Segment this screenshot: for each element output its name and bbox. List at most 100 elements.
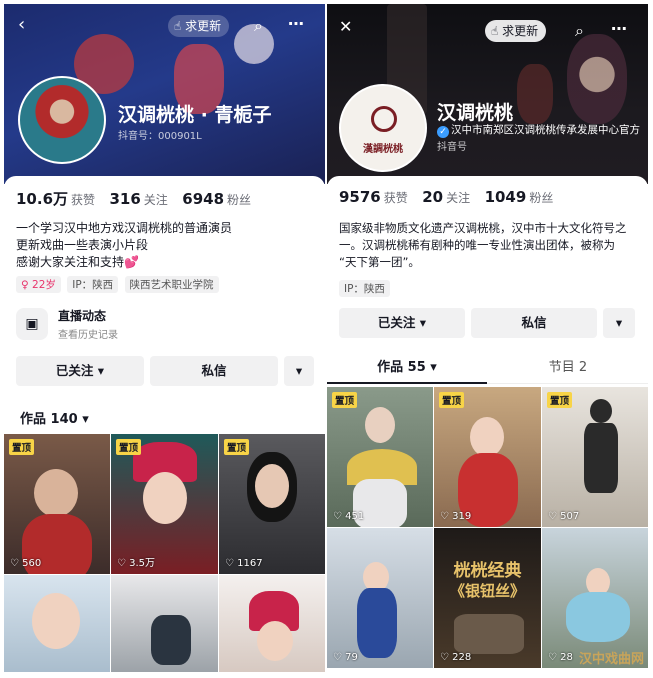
pinned-badge: 置顶 (332, 392, 358, 408)
more-icon[interactable]: ⋯ (611, 19, 627, 39)
thumbnail-figure (566, 592, 630, 642)
video-thumbnail[interactable]: 置顶 ♡ 1167 (219, 434, 325, 574)
video-likes: ♡ 560 (10, 558, 42, 569)
fans-count[interactable]: 1049 (485, 188, 527, 206)
thumbnail-figure (34, 469, 78, 517)
verified-icon: ✓ (437, 126, 449, 138)
video-thumbnail[interactable] (111, 575, 218, 672)
bio-line: “天下第一团”。 (339, 255, 420, 269)
back-arrow-icon[interactable]: ‹ (18, 15, 25, 35)
profile-header-banner: ‹ ☝ 求更新 ⌕ ⋯ 汉调桄桃 · 青栀子 抖音号：000901L (4, 4, 325, 184)
video-thumbnail[interactable]: 置顶 ♡ 507 (542, 387, 648, 527)
thumbnail-figure (590, 399, 612, 423)
left-profile-screen: ‹ ☝ 求更新 ⌕ ⋯ 汉调桄桃 · 青栀子 抖音号：000901L 10.6万… (4, 4, 325, 672)
douyin-id: 抖音号：000901L (118, 131, 202, 142)
fans-label[interactable]: 粉丝 (227, 193, 251, 207)
fans-label[interactable]: 粉丝 (529, 191, 553, 205)
profile-tags: IP：陕西 (339, 280, 393, 297)
site-watermark: 汉中戏曲网 (578, 652, 644, 667)
thumbnail-figure (32, 593, 80, 649)
live-history-entry[interactable]: ▣ 直播动态 查看历史记录 (16, 304, 316, 344)
ip-tag: IP：陕西 (67, 276, 119, 293)
video-likes: ♡ 228 (440, 652, 472, 663)
message-button[interactable]: 私信 (150, 356, 278, 386)
bio-line: 一个学习汉中地方戏汉调桄桃的普通演员 (16, 221, 233, 235)
profile-nickname: 汉调桄桃 · 青栀子 (118, 104, 272, 126)
banner-figure (517, 64, 553, 124)
request-update-button[interactable]: ☝ 求更新 (485, 20, 547, 42)
video-thumbnail[interactable]: 置顶 ♡ 560 (4, 434, 110, 574)
video-likes: ♡ 1167 (225, 558, 263, 569)
search-icon[interactable]: ⌕ (575, 21, 584, 41)
following-label[interactable]: 关注 (446, 191, 470, 205)
following-label[interactable]: 关注 (144, 193, 168, 207)
thumbnail-figure (357, 588, 397, 658)
profile-info-card: 9576 获赞 20 关注 1049 粉丝 国家级非物质文化遗产汉调桄桃，汉中市十大文… (327, 176, 648, 672)
ip-tag: IP：陕西 (339, 280, 390, 297)
profile-bio: 一个学习汉中地方戏汉调桄桃的普通演员 更新戏曲一些表演小片段 感谢大家关注和支持… (16, 220, 316, 271)
fans-count[interactable]: 6948 (182, 190, 224, 208)
bio-line: 感谢大家关注和支持💕 (16, 255, 139, 269)
video-likes: ♡ 3.5万 (117, 558, 156, 569)
followed-button[interactable]: 已关注 ▾ (16, 356, 144, 386)
tab-works[interactable]: 作品 55 ▾ (327, 354, 487, 384)
video-thumbnail[interactable]: 置顶 ♡ 319 (434, 387, 541, 527)
video-likes: ♡ 319 (440, 511, 472, 522)
thumbnail-figure (143, 472, 187, 524)
video-thumbnail[interactable]: 置顶 ♡ 451 (327, 387, 433, 527)
video-thumbnail[interactable]: ♡ 79 (327, 528, 433, 668)
search-icon[interactable]: ⌕ (254, 16, 263, 36)
video-thumbnail[interactable]: 桄桄经典 《银钮丝》 ♡ 228 (434, 528, 541, 668)
likes-count: 9576 (339, 188, 381, 206)
content-tabs: 作品 55 ▾ 节目 2 (327, 354, 648, 384)
video-likes: ♡ 451 (333, 511, 365, 522)
profile-stats: 9576 获赞 20 关注 1049 粉丝 (339, 188, 563, 206)
school-tag[interactable]: 陕西艺术职业学院 (124, 276, 219, 293)
pinned-badge: 置顶 (116, 439, 142, 455)
more-actions-button[interactable]: ▾ (603, 308, 635, 338)
thumbnail-figure (470, 417, 504, 457)
profile-info-card: 10.6万 获赞 316 关注 6948 粉丝 一个学习汉中地方戏汉调桄桃的普通演员 … (4, 176, 325, 672)
thumbnail-figure (257, 621, 293, 661)
thumbnail-figure (365, 407, 395, 443)
pinned-badge: 置顶 (547, 392, 573, 408)
thumbnail-figure (584, 423, 618, 493)
video-thumbnail[interactable]: ♡ 28 汉中戏曲网 (542, 528, 648, 668)
video-thumbnail[interactable] (219, 575, 325, 672)
tv-icon: ▣ (16, 308, 48, 340)
avatar[interactable]: 漢調桄桃 (339, 84, 427, 172)
logo-icon (371, 106, 397, 132)
pinned-badge: 置顶 (224, 439, 250, 455)
followed-button[interactable]: 已关注 ▾ (339, 308, 465, 338)
video-thumbnail[interactable] (4, 575, 110, 672)
profile-tags: ♀ 22岁 IP：陕西 陕西艺术职业学院 (16, 276, 222, 293)
profile-bio: 国家级非物质文化遗产汉调桄桃，汉中市十大文化符号之 一。汉调桄桃稀有剧种的唯一专… (339, 220, 639, 271)
video-likes: ♡ 79 (333, 652, 358, 663)
likes-label: 获赞 (383, 191, 408, 205)
video-grid: 置顶 ♡ 560 置顶 ♡ 3.5万 置顶 ♡ 1167 (4, 434, 325, 672)
logo-text: 漢調桄桃 (363, 144, 403, 155)
more-actions-button[interactable]: ▾ (284, 356, 314, 386)
video-grid: 置顶 ♡ 451 置顶 ♡ 319 置顶 ♡ 507 ♡ 79 桄桄经典 《银钮… (327, 387, 648, 672)
thumb-icon: ☝ (491, 24, 499, 38)
tab-programs[interactable]: 节目 2 (488, 354, 648, 382)
works-tab[interactable]: 作品 140 ▾ (20, 408, 89, 427)
bio-line: 国家级非物质文化遗产汉调桄桃，汉中市十大文化符号之 (339, 221, 627, 235)
message-button[interactable]: 私信 (471, 308, 597, 338)
request-update-button[interactable]: ☝ 求更新 (168, 15, 230, 37)
following-count[interactable]: 20 (422, 188, 443, 206)
more-icon[interactable]: ⋯ (288, 14, 304, 34)
live-subtitle: 查看历史记录 (58, 330, 118, 341)
video-likes: ♡ 28 (548, 652, 573, 663)
thumbnail-figure (151, 615, 191, 665)
avatar[interactable] (18, 76, 106, 164)
right-profile-screen: ✕ ☝ 求更新 ⌕ ⋯ 漢調桄桃 汉调桄桃 ✓ 汉中市南郑区汉调桄桃传承发展中心官… (327, 4, 648, 672)
close-icon[interactable]: ✕ (339, 17, 352, 37)
profile-nickname: 汉调桄桃 (437, 102, 514, 124)
bio-line: 更新戏曲一些表演小片段 (16, 238, 149, 252)
pinned-badge: 置顶 (9, 439, 35, 455)
video-thumbnail[interactable]: 置顶 ♡ 3.5万 (111, 434, 218, 574)
following-count[interactable]: 316 (109, 190, 140, 208)
thumb-icon: ☝ (174, 19, 182, 33)
likes-count: 10.6万 (16, 190, 69, 208)
